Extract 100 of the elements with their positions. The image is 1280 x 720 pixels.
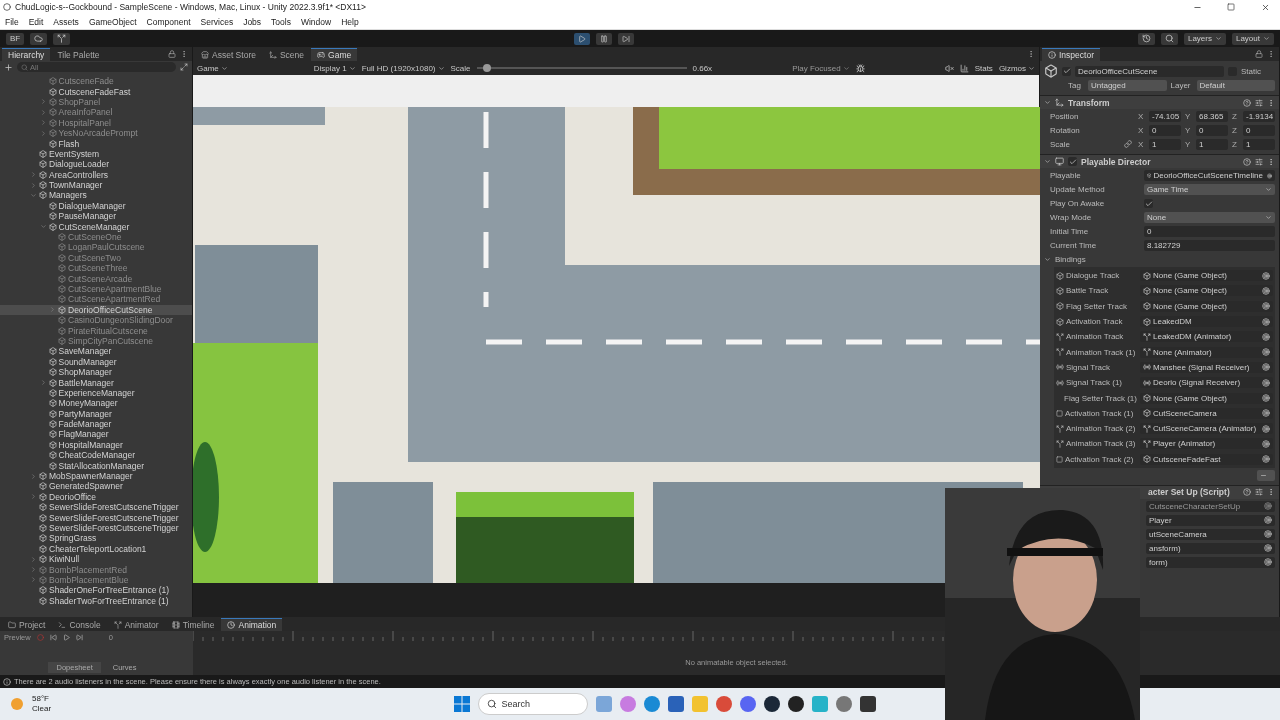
- number-field[interactable]: -74.105: [1149, 111, 1181, 122]
- hierarchy-item[interactable]: SewerSlideForestCutsceneTrigger: [0, 522, 192, 534]
- search-button[interactable]: [1160, 32, 1178, 45]
- hierarchy-item[interactable]: CheatCodeManager: [0, 450, 192, 461]
- lock-icon[interactable]: [168, 50, 176, 58]
- menu-item[interactable]: Component: [146, 16, 191, 27]
- presets-icon[interactable]: [1255, 488, 1263, 497]
- pause-button[interactable]: [596, 32, 613, 45]
- number-field[interactable]: 8.182729: [1144, 240, 1275, 251]
- name-field[interactable]: DeorioOfficeCutScene: [1075, 65, 1224, 77]
- panel-tab[interactable]: Console: [52, 618, 107, 631]
- object-field[interactable]: LeakedDM: [1140, 316, 1273, 328]
- hierarchy-item[interactable]: SimpCityPanCutscene: [0, 335, 192, 347]
- panel-tab[interactable]: Hierarchy: [2, 48, 51, 61]
- hierarchy-item[interactable]: PartyManager: [0, 408, 192, 419]
- bug-icon[interactable]: [855, 63, 865, 73]
- hierarchy-item[interactable]: GeneratedSpawner: [0, 481, 192, 492]
- hierarchy-item[interactable]: TownManager: [0, 179, 192, 191]
- hierarchy-item[interactable]: Managers: [0, 190, 192, 201]
- object-field[interactable]: None (Animator): [1140, 346, 1273, 358]
- play-button[interactable]: [574, 32, 591, 45]
- hierarchy-item[interactable]: SoundManager: [0, 356, 192, 367]
- enabled-checkbox[interactable]: [1068, 157, 1077, 166]
- object-field[interactable]: Manshee (Signal Receiver): [1140, 361, 1273, 373]
- hierarchy-item[interactable]: PauseManager: [0, 211, 192, 222]
- checkbox[interactable]: [1144, 199, 1153, 208]
- remove-button[interactable]: [1257, 469, 1275, 481]
- play-icon[interactable]: [62, 634, 70, 641]
- hierarchy-item[interactable]: MoneyManager: [0, 398, 192, 409]
- hierarchy-item[interactable]: SaveManager: [0, 346, 192, 357]
- number-field[interactable]: 0: [1196, 125, 1228, 136]
- object-field[interactable]: Player: [1146, 514, 1275, 526]
- number-field[interactable]: 1: [1149, 139, 1181, 150]
- hierarchy-item[interactable]: CutSceneManager: [0, 221, 192, 232]
- menu-item[interactable]: Tools: [271, 16, 291, 27]
- hierarchy-item[interactable]: StatAllocationManager: [0, 460, 192, 471]
- hierarchy-item[interactable]: ExperienceManager: [0, 387, 192, 399]
- hierarchy-item[interactable]: CutSceneOne: [0, 231, 192, 243]
- panel-tab[interactable]: Tile Palette: [51, 48, 106, 61]
- more-icon[interactable]: [180, 50, 188, 58]
- hierarchy-item[interactable]: CutSceneApartmentBlue: [0, 283, 192, 295]
- layer-dropdown[interactable]: Default: [1196, 80, 1275, 91]
- object-field[interactable]: Deorio (Signal Receiver): [1140, 377, 1273, 389]
- hierarchy-item[interactable]: CheaterTeleportLocation1: [0, 543, 192, 554]
- more-icon[interactable]: [1267, 157, 1275, 166]
- panel-tab[interactable]: Scene: [262, 48, 311, 61]
- hierarchy-item[interactable]: LoganPaulCutscene: [0, 242, 192, 253]
- more-icon[interactable]: [1027, 50, 1035, 58]
- taskbar-search-field[interactable]: Search: [477, 693, 588, 715]
- gizmos-dropdown[interactable]: Gizmos: [998, 63, 1035, 73]
- object-field[interactable]: None (Game Object): [1140, 392, 1273, 404]
- hierarchy-item[interactable]: ShaderOneForTreeEntrance (1): [0, 585, 192, 596]
- hierarchy-item[interactable]: DialogueLoader: [0, 159, 192, 170]
- object-field[interactable]: None (Game Object): [1140, 285, 1273, 297]
- object-field[interactable]: CutSceneCamera (Animator): [1140, 423, 1273, 435]
- hierarchy-item[interactable]: BombPlacementBlue: [0, 574, 192, 586]
- number-field[interactable]: -1.9134: [1243, 111, 1275, 122]
- hierarchy-item[interactable]: HospitalManager: [0, 439, 192, 451]
- hierarchy-item[interactable]: DialogueManager: [0, 200, 192, 212]
- hierarchy-item[interactable]: CutsceneFadeFast: [0, 86, 192, 97]
- dropdown[interactable]: Game Time: [1144, 184, 1275, 195]
- toolbar-dropdown[interactable]: Layers: [1183, 32, 1226, 45]
- object-field[interactable]: DeorioOfficeCutSceneTimeline: [1144, 170, 1275, 181]
- panel-tab[interactable]: Timeline: [165, 618, 221, 631]
- menu-item[interactable]: Assets: [53, 16, 79, 27]
- object-field[interactable]: form): [1146, 556, 1275, 568]
- hierarchy-item[interactable]: ShaderTwoForTreeEntrance (1): [0, 595, 192, 606]
- hierarchy-item[interactable]: SewerSlideForestCutsceneTrigger: [0, 502, 192, 513]
- play-mode-dropdown[interactable]: Play Focused: [792, 63, 850, 73]
- hierarchy-item[interactable]: DeorioOfficeCutScene: [0, 304, 192, 315]
- menu-item[interactable]: GameObject: [88, 16, 137, 27]
- windows-start-icon[interactable]: [453, 696, 470, 712]
- help-icon[interactable]: [1243, 157, 1251, 166]
- object-field[interactable]: ansform): [1146, 542, 1275, 554]
- panel-tab[interactable]: Asset Store: [195, 48, 262, 61]
- hierarchy-item[interactable]: SpringGrass: [0, 533, 192, 544]
- collab-button[interactable]: [53, 32, 71, 45]
- panel-tab[interactable]: Inspector: [1042, 48, 1100, 61]
- stats-icon[interactable]: [959, 63, 969, 73]
- panel-tab[interactable]: Animation: [221, 618, 283, 631]
- more-icon[interactable]: [1267, 488, 1275, 497]
- account-button[interactable]: BF: [6, 32, 25, 45]
- hierarchy-item[interactable]: FadeManager: [0, 418, 192, 430]
- hierarchy-item[interactable]: YesNoArcadePrompt: [0, 127, 192, 139]
- history-button[interactable]: [1137, 32, 1155, 45]
- object-field[interactable]: CutsceneFadeFast: [1140, 453, 1273, 465]
- hierarchy-item[interactable]: FlagManager: [0, 429, 192, 440]
- hierarchy-item[interactable]: PirateRitualCutscene: [0, 325, 192, 336]
- cloud-button[interactable]: [30, 32, 48, 45]
- more-icon[interactable]: [1267, 98, 1275, 107]
- help-icon[interactable]: [1243, 488, 1251, 497]
- last-frame-icon[interactable]: [75, 634, 83, 641]
- menu-item[interactable]: Jobs: [243, 16, 262, 27]
- hierarchy-item[interactable]: Flash: [0, 138, 192, 149]
- menu-item[interactable]: File: [5, 16, 19, 27]
- hierarchy-item[interactable]: KiwiNull: [0, 553, 192, 565]
- number-field[interactable]: 68.365: [1196, 111, 1228, 122]
- object-field[interactable]: LeakedDM (Animator): [1140, 331, 1273, 343]
- hierarchy-item[interactable]: ShopManager: [0, 366, 192, 378]
- object-field[interactable]: None (Game Object): [1140, 270, 1273, 282]
